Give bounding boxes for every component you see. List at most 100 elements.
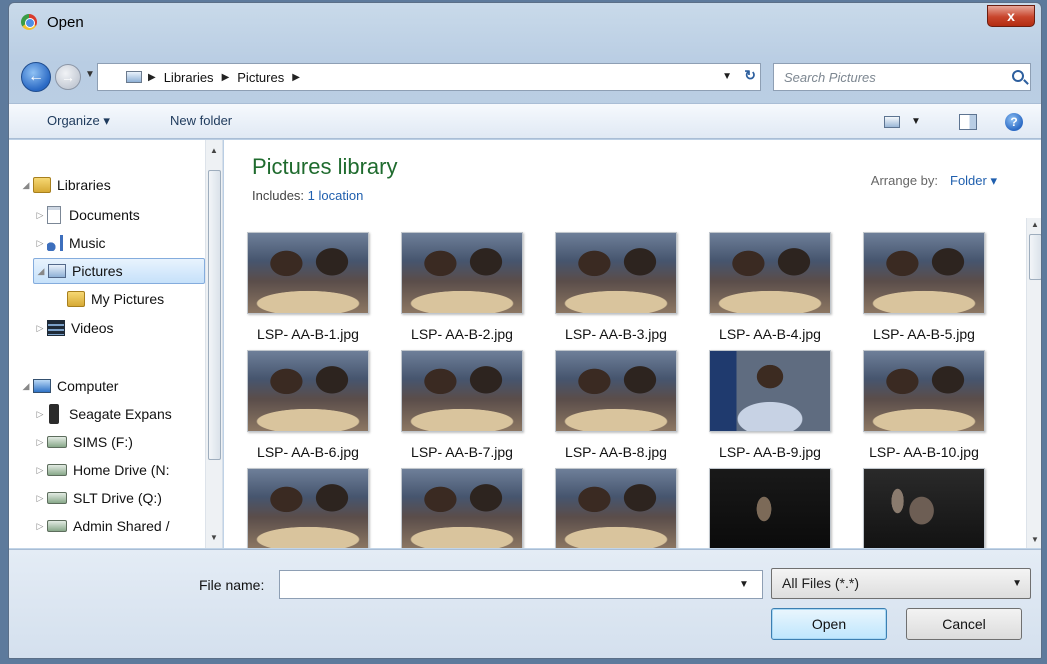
file-tile[interactable]: LSP- AA-B-6.jpg [234, 336, 382, 460]
search-input[interactable]: Search Pictures [784, 70, 876, 85]
thumbnail-grid: LSP- AA-B-1.jpg LSP- AA-B-2.jpg LSP- AA-B-… [234, 218, 1024, 548]
search-box[interactable]: Search Pictures [773, 63, 1031, 91]
scroll-up-icon[interactable]: ▲ [210, 146, 218, 155]
forward-button[interactable]: → [55, 64, 81, 90]
sidebar-item-my-pictures[interactable]: My Pictures [53, 286, 203, 312]
scrollbar-thumb[interactable] [208, 170, 221, 460]
videos-icon [47, 320, 65, 336]
navigation-pane: ◢ Libraries ▷ Documents ▷ Music ◢ Pictures My Pi… [9, 140, 223, 548]
cancel-button[interactable]: Cancel [906, 608, 1022, 640]
sidebar-item-videos[interactable]: ▷ Videos [33, 315, 193, 341]
file-tile[interactable]: LSP- AA-B-7.jpg [388, 336, 536, 460]
sidebar-item-pictures[interactable]: ◢ Pictures [33, 258, 205, 284]
content-scrollbar[interactable]: ▲ ▼ [1026, 218, 1041, 548]
file-type-select[interactable]: All Files (*.*) ▼ [771, 568, 1031, 599]
open-dialog: Open x ← → ▼ ▶ Libraries ▶ Pictures ▶ ▼ … [8, 2, 1042, 659]
address-bar[interactable]: ▶ Libraries ▶ Pictures ▶ ▼ ↻ [97, 63, 761, 91]
refresh-icon[interactable]: ↻ [744, 67, 756, 84]
chevron-right-icon[interactable]: ▶ [148, 72, 156, 83]
arrange-by-dropdown[interactable]: Folder ▾ [950, 173, 997, 188]
open-button[interactable]: Open [771, 608, 887, 640]
file-tile[interactable] [850, 454, 998, 548]
library-title: Pictures library [252, 154, 398, 179]
scroll-down-icon[interactable]: ▼ [1031, 535, 1039, 544]
view-options-dropdown-icon[interactable]: ▼ [911, 116, 921, 127]
help-icon[interactable]: ? [1005, 113, 1023, 131]
breadcrumb-libraries[interactable]: Libraries [162, 70, 216, 85]
new-folder-button[interactable]: New folder [170, 113, 232, 128]
collapsed-arrow-icon[interactable]: ▷ [33, 493, 47, 504]
photo-thumbnail[interactable] [863, 232, 985, 314]
collapsed-arrow-icon[interactable]: ▷ [33, 409, 47, 420]
chevron-right-icon[interactable]: ▶ [292, 72, 300, 83]
sidebar-item-documents[interactable]: ▷ Documents [33, 202, 193, 228]
collapsed-arrow-icon[interactable]: ▷ [33, 238, 47, 249]
file-type-value: All Files (*.*) [782, 575, 860, 591]
file-tile[interactable]: LSP- AA-B-10.jpg [850, 336, 998, 460]
photo-thumbnail[interactable] [709, 468, 831, 548]
photo-thumbnail[interactable] [401, 350, 523, 432]
expanded-arrow-icon[interactable]: ◢ [19, 180, 33, 191]
navigation-scrollbar[interactable]: ▲ ▼ [205, 140, 222, 548]
sidebar-item-label: SIMS (F:) [73, 434, 133, 450]
file-tile[interactable] [234, 454, 382, 548]
scrollbar-thumb[interactable] [1029, 234, 1041, 280]
breadcrumb-pictures[interactable]: Pictures [235, 70, 286, 85]
expanded-arrow-icon[interactable]: ◢ [19, 381, 33, 392]
photo-thumbnail[interactable] [401, 232, 523, 314]
file-tile[interactable]: LSP- AA-B-4.jpg [696, 218, 844, 342]
file-tile[interactable] [696, 454, 844, 548]
change-view-icon[interactable] [884, 116, 900, 128]
file-tile[interactable] [542, 454, 690, 548]
sidebar-item-libraries[interactable]: ◢ Libraries [19, 172, 169, 198]
locations-link[interactable]: 1 location [308, 188, 364, 203]
file-tile[interactable] [388, 454, 536, 548]
scroll-up-icon[interactable]: ▲ [1031, 220, 1039, 229]
photo-thumbnail[interactable] [709, 350, 831, 432]
sidebar-item-computer[interactable]: ◢ Computer [19, 373, 179, 399]
collapsed-arrow-icon[interactable]: ▷ [33, 437, 47, 448]
title-bar: Open x [9, 3, 1041, 41]
search-icon[interactable] [1012, 70, 1024, 82]
sidebar-item-home-drive-n[interactable]: ▷ Home Drive (N: [33, 457, 209, 483]
photo-thumbnail[interactable] [709, 232, 831, 314]
photo-thumbnail[interactable] [401, 468, 523, 548]
photo-thumbnail[interactable] [247, 468, 369, 548]
photo-thumbnail[interactable] [863, 468, 985, 548]
photo-thumbnail[interactable] [863, 350, 985, 432]
file-tile[interactable]: LSP- AA-B-9.jpg [696, 336, 844, 460]
sidebar-item-admin-shared[interactable]: ▷ Admin Shared / [33, 513, 209, 539]
organize-button[interactable]: Organize ▾ [47, 113, 110, 129]
collapsed-arrow-icon[interactable]: ▷ [33, 323, 47, 334]
file-tile[interactable]: LSP- AA-B-5.jpg [850, 218, 998, 342]
photo-thumbnail[interactable] [247, 232, 369, 314]
organize-label: Organize [47, 113, 100, 128]
arrange-by: Arrange by: Folder ▾ [871, 173, 997, 189]
back-button[interactable]: ← [21, 62, 51, 92]
sidebar-item-slt-drive-q[interactable]: ▷ SLT Drive (Q:) [33, 485, 209, 511]
scroll-down-icon[interactable]: ▼ [210, 533, 218, 542]
sidebar-item-music[interactable]: ▷ Music [33, 230, 193, 256]
photo-thumbnail[interactable] [555, 232, 677, 314]
recent-locations-icon[interactable]: ▼ [85, 69, 95, 80]
collapsed-arrow-icon[interactable]: ▷ [33, 465, 47, 476]
expanded-arrow-icon[interactable]: ◢ [34, 266, 48, 277]
sidebar-item-sims-f[interactable]: ▷ SIMS (F:) [33, 429, 209, 455]
chevron-right-icon[interactable]: ▶ [222, 72, 230, 83]
file-tile[interactable]: LSP- AA-B-3.jpg [542, 218, 690, 342]
command-bar: Organize ▾ New folder ▼ ? [9, 103, 1041, 139]
libraries-location-icon [126, 71, 142, 83]
address-dropdown-icon[interactable]: ▼ [722, 71, 732, 82]
collapsed-arrow-icon[interactable]: ▷ [33, 521, 47, 532]
file-name-input[interactable] [279, 570, 763, 599]
photo-thumbnail[interactable] [555, 350, 677, 432]
file-tile[interactable]: LSP- AA-B-2.jpg [388, 218, 536, 342]
file-tile[interactable]: LSP- AA-B-8.jpg [542, 336, 690, 460]
photo-thumbnail[interactable] [555, 468, 677, 548]
preview-pane-icon[interactable] [959, 114, 977, 130]
photo-thumbnail[interactable] [247, 350, 369, 432]
sidebar-item-seagate-expans[interactable]: ▷ Seagate Expans [33, 401, 209, 427]
close-button[interactable]: x [987, 5, 1035, 27]
collapsed-arrow-icon[interactable]: ▷ [33, 210, 47, 221]
file-tile[interactable]: LSP- AA-B-1.jpg [234, 218, 382, 342]
